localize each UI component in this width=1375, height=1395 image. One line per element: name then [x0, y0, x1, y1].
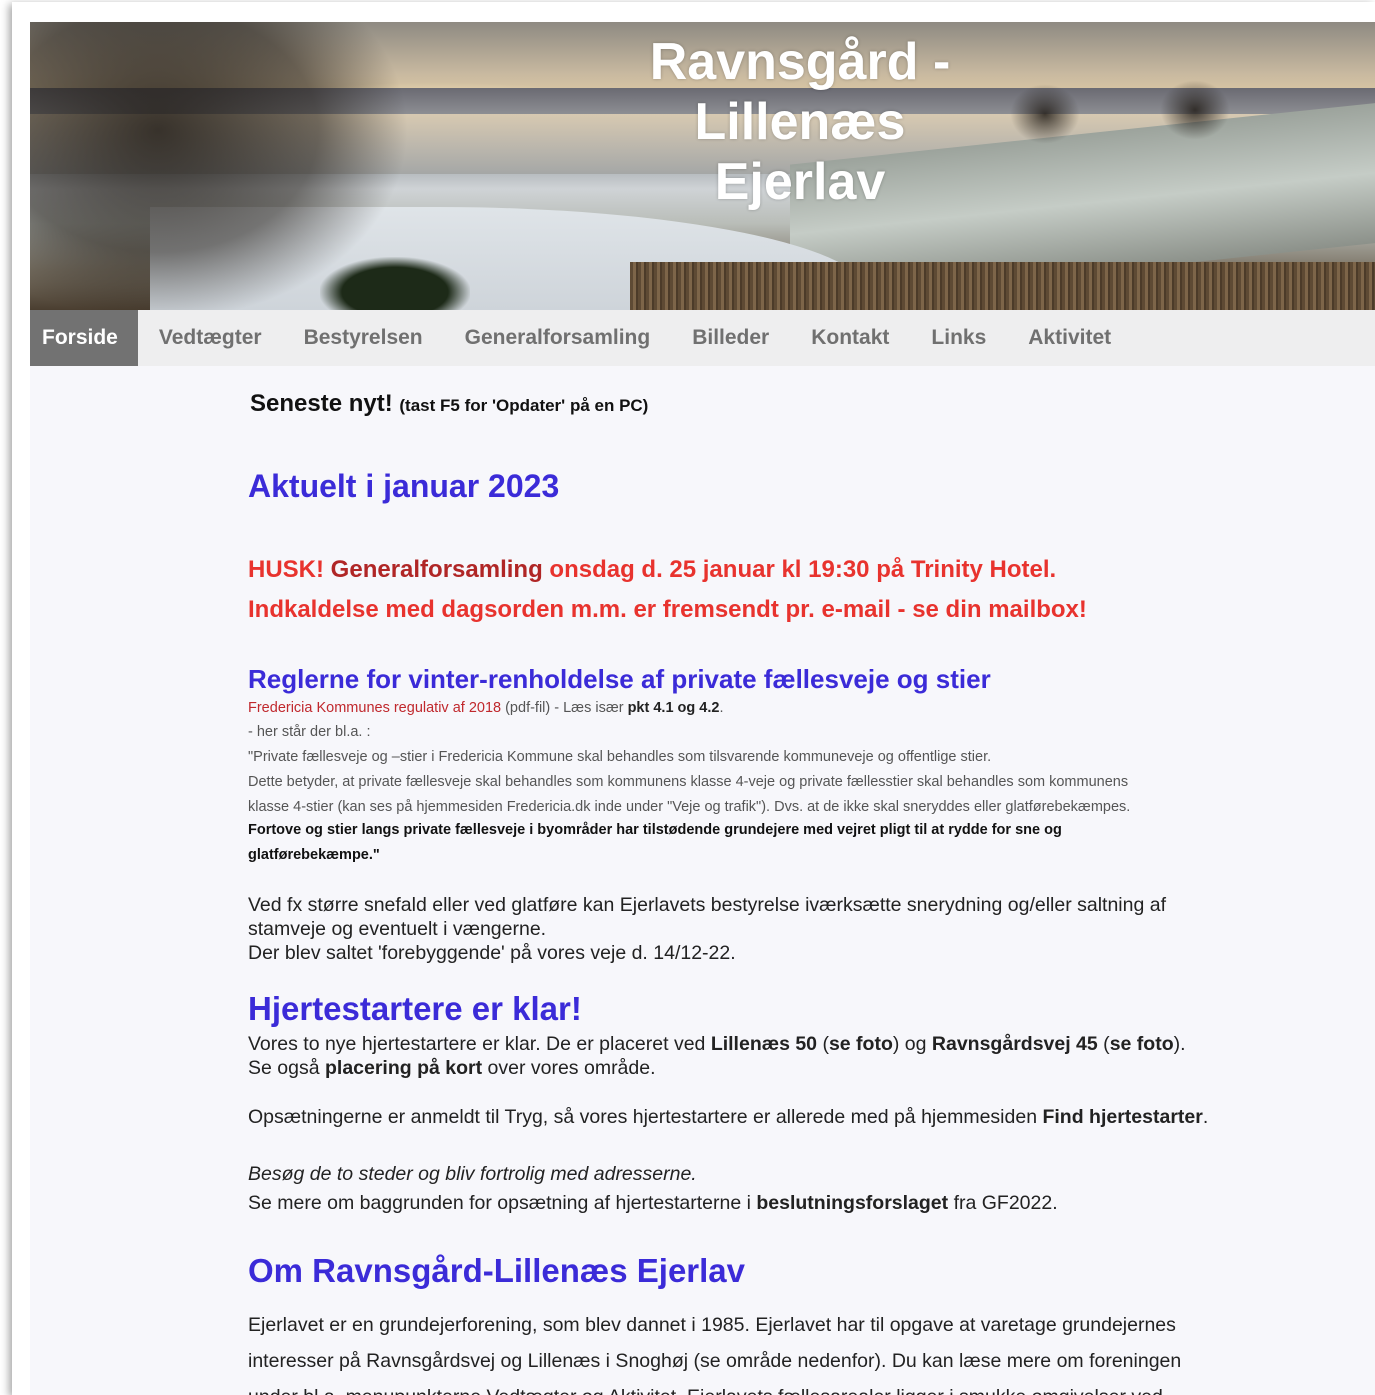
- winter-paragraph: Der blev saltet 'forebyggende' på vores …: [248, 942, 736, 964]
- address: Lillenæs 50: [710, 1033, 818, 1055]
- text: (: [1097, 1033, 1110, 1055]
- main-nav: Forside Vedtægter Bestyrelsen Generalfor…: [30, 310, 1375, 366]
- quote-line: - her står der bl.a. :: [248, 724, 371, 740]
- photo-link-ravnsgaardsvej[interactable]: se foto: [1110, 1033, 1174, 1055]
- husk-label: HUSK!: [248, 556, 324, 583]
- about-paragraph: interesser på Ravnsgårdsvej og Lillenæs …: [248, 1350, 1182, 1372]
- section-heading-winter: Reglerne for vinter-renholdelse af priva…: [248, 664, 991, 694]
- latest-hint: (tast F5 for 'Opdater' på en PC): [399, 396, 649, 415]
- quote-line: Dette betyder, at private fællesveje ska…: [248, 774, 1129, 790]
- heart-paragraph: Vores to nye hjertestartere er klar. De …: [248, 1033, 1186, 1056]
- heart-paragraph: Se mere om baggrunden for opsætning af h…: [248, 1192, 1058, 1215]
- heart-paragraph: Opsætningerne er anmeldt til Tryg, så vo…: [248, 1106, 1208, 1129]
- header-banner: Ravnsgård - Lillenæs Ejerlav: [30, 22, 1375, 310]
- winter-paragraph: stamveje og eventuelt i vængerne.: [248, 918, 547, 940]
- regulation-pdf-link[interactable]: Fredericia Kommunes regulativ af 2018: [248, 700, 501, 716]
- page: Ravnsgård - Lillenæs Ejerlav Forside Ved…: [30, 22, 1375, 1395]
- nav-item-aktivitet[interactable]: Aktivitet: [1007, 310, 1132, 366]
- map-link[interactable]: placering på kort: [325, 1057, 482, 1079]
- punctuation: .: [719, 700, 724, 716]
- quote-line: "Private fællesveje og –stier i Frederic…: [248, 749, 992, 765]
- text: ) og: [892, 1033, 932, 1055]
- heart-paragraph-italic: Besøg de to steder og bliv fortrolig med…: [248, 1163, 697, 1186]
- quote-line-bold: glatførebekæmpe.": [248, 847, 380, 863]
- text: .: [1202, 1106, 1209, 1128]
- nav-item-links[interactable]: Links: [910, 310, 1007, 366]
- text: Se også: [248, 1057, 325, 1079]
- generalforsamling-link[interactable]: Generalforsamling: [331, 556, 543, 583]
- text: over vores område.: [482, 1057, 656, 1079]
- site-title: Ravnsgård - Lillenæs Ejerlav: [590, 32, 1010, 212]
- winter-paragraph: Ved fx større snefald eller ved glatføre…: [248, 894, 1167, 916]
- text: fra GF2022.: [948, 1192, 1058, 1214]
- beslutningsforslag-link[interactable]: beslutningsforslaget: [756, 1192, 948, 1214]
- nav-item-bestyrelsen[interactable]: Bestyrelsen: [283, 310, 444, 366]
- nav-item-vedtaegter[interactable]: Vedtægter: [138, 310, 283, 366]
- text: Opsætningerne er anmeldt til Tryg, så vo…: [248, 1106, 1043, 1128]
- banner-reeds: [630, 262, 1375, 310]
- banner-bush: [320, 257, 470, 310]
- banner-tree: [1010, 84, 1080, 144]
- latest-news-label: Seneste nyt! (tast F5 for 'Opdater' på e…: [250, 390, 648, 418]
- site-title-line: Ravnsgård -: [649, 33, 951, 91]
- invite-notice: Indkaldelse med dagsorden m.m. er fremse…: [248, 596, 1087, 623]
- text: Vores to nye hjertestartere er klar. De …: [248, 1033, 711, 1055]
- text: ).: [1173, 1033, 1186, 1055]
- text: (: [817, 1033, 829, 1055]
- photo-link-lillenaes[interactable]: se foto: [829, 1033, 893, 1055]
- text: Besøg de to steder og bliv fortrolig med…: [248, 1163, 697, 1185]
- find-hjertestarter-link[interactable]: Find hjertestarter: [1042, 1106, 1202, 1128]
- about-paragraph: Ejerlavet er en grundejerforening, som b…: [248, 1314, 1176, 1336]
- gf-reminder: HUSK! Generalforsamling onsdag d. 25 jan…: [248, 556, 1056, 584]
- site-title-line: Lillenæs: [694, 93, 906, 151]
- heart-paragraph: Se også placering på kort over vores omr…: [248, 1057, 656, 1080]
- gf-details: onsdag d. 25 januar kl 19:30 på Trinity …: [542, 556, 1057, 583]
- section-heading-heart: Hjertestartere er klar!: [248, 990, 582, 1027]
- about-paragraph: under bl.a. menupunkterne Vedtægter og A…: [248, 1386, 1163, 1395]
- quote-line: klasse 4-stier (kan ses på hjemmesiden F…: [248, 799, 1131, 815]
- nav-item-forside[interactable]: Forside: [30, 310, 138, 366]
- regulation-line: Fredericia Kommunes regulativ af 2018 (p…: [248, 700, 723, 716]
- nav-item-billeder[interactable]: Billeder: [671, 310, 790, 366]
- latest-label: Seneste nyt!: [250, 390, 393, 417]
- banner-tree: [1160, 80, 1230, 140]
- regulation-points: pkt 4.1 og 4.2: [627, 700, 720, 716]
- address: Ravnsgårdsvej 45: [931, 1033, 1098, 1055]
- text: Se mere om baggrunden for opsætning af h…: [248, 1192, 757, 1214]
- regulation-note: (pdf-fil) - Læs især: [501, 700, 628, 716]
- section-heading-about: Om Ravnsgård-Lillenæs Ejerlav: [248, 1252, 746, 1289]
- nav-item-generalforsamling[interactable]: Generalforsamling: [444, 310, 672, 366]
- nav-item-kontakt[interactable]: Kontakt: [790, 310, 910, 366]
- quote-line-bold: Fortove og stier langs private fællesvej…: [248, 822, 1062, 838]
- section-heading-january: Aktuelt i januar 2023: [248, 468, 560, 504]
- site-title-line: Ejerlav: [714, 153, 886, 211]
